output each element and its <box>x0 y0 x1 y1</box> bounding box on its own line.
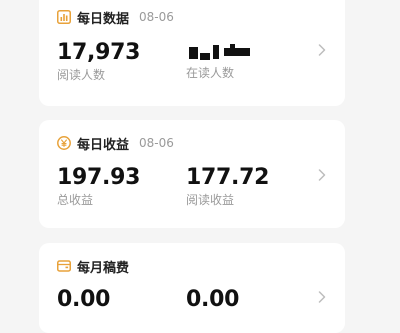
coin-icon <box>57 136 71 150</box>
daily-earnings-header: 每日收益 08-06 <box>57 133 174 153</box>
stat-label: 阅读人数 <box>57 68 106 82</box>
bar-chart-icon <box>57 10 71 24</box>
card-title: 每月稿费 <box>77 260 130 276</box>
card-date: 08-06 <box>139 10 174 24</box>
stat-value: 17,973 <box>57 40 141 65</box>
reading-earnings-stat: 177.72 阅读收益 <box>186 166 269 208</box>
stat-label: 在读人数 <box>186 66 235 80</box>
chevron-right-icon[interactable] <box>317 290 327 304</box>
stat-value: 197.93 <box>57 165 141 190</box>
daily-data-card[interactable]: 每日数据 08-06 17,973 阅读人数 在读人数 <box>39 0 345 106</box>
card-title: 每日数据 <box>77 11 130 27</box>
reading-now-stat: 在读人数 <box>186 41 256 81</box>
stat-value: 177.72 <box>186 165 270 190</box>
card-date: 08-06 <box>139 136 174 150</box>
card-title: 每日收益 <box>77 137 130 153</box>
total-earnings-stat: 197.93 总收益 <box>57 166 140 208</box>
stat-value: 0.00 <box>186 287 240 312</box>
stat-label: 总收益 <box>57 193 94 207</box>
daily-earnings-card[interactable]: 每日收益 08-06 197.93 总收益 177.72 阅读收益 <box>39 120 345 228</box>
daily-data-header: 每日数据 08-06 <box>57 7 174 27</box>
reader-count-stat: 17,973 阅读人数 <box>57 41 140 83</box>
stat-label: 阅读收益 <box>186 193 235 207</box>
monthly-fee-stat-1: 0.00 <box>57 288 110 312</box>
redacted-value <box>186 41 256 63</box>
monthly-fee-stat-2: 0.00 <box>186 288 239 312</box>
monthly-fee-header: 每月稿费 <box>57 256 129 276</box>
stat-value: 0.00 <box>57 287 111 312</box>
wallet-icon <box>57 259 71 273</box>
monthly-fee-card[interactable]: 每月稿费 0.00 0.00 <box>39 243 345 333</box>
chevron-right-icon[interactable] <box>317 168 327 182</box>
chevron-right-icon[interactable] <box>317 43 327 57</box>
